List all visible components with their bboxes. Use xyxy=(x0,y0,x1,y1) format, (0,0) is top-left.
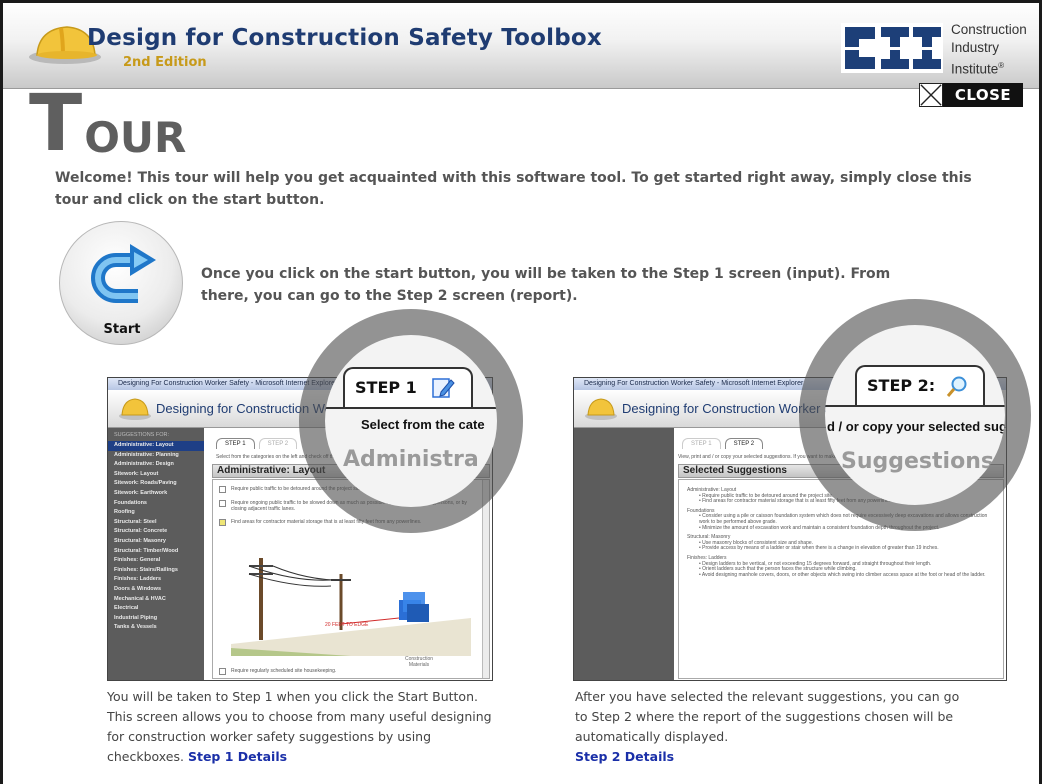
step1-magnifier-ring xyxy=(299,309,523,533)
materials-label: Construction Materials xyxy=(404,656,434,668)
tab-step1[interactable]: STEP 1 xyxy=(216,438,255,449)
sidebar-item[interactable]: Roofing xyxy=(108,508,204,518)
checkbox[interactable] xyxy=(219,519,226,526)
step2-magnifier-ring xyxy=(799,299,1031,531)
sidebar-item[interactable]: Foundations xyxy=(108,499,204,509)
app-edition: 2nd Edition xyxy=(123,55,207,70)
step2-caption-text: After you have selected the relevant sug… xyxy=(575,689,960,744)
close-label[interactable]: CLOSE xyxy=(943,83,1023,107)
checkbox-label: Require regularly scheduled site houseke… xyxy=(231,668,337,674)
step1-caption-text: You will be taken to Step 1 when you cli… xyxy=(107,689,492,764)
step2-details-link[interactable]: Step 2 Details xyxy=(575,749,674,764)
start-button[interactable]: Start xyxy=(59,221,183,345)
tab-step2[interactable]: STEP 2 xyxy=(258,438,298,449)
checkbox[interactable] xyxy=(219,500,226,507)
hard-hat-icon xyxy=(119,398,151,420)
sidebar-item[interactable]: Doors & Windows xyxy=(108,585,204,595)
sidebar-label: SUGGESTIONS FOR: xyxy=(114,432,170,438)
step1-sidebar: SUGGESTIONS FOR: Administrative: Layout A… xyxy=(108,428,204,680)
intro-text: Welcome! This tour will help you get acq… xyxy=(55,170,972,208)
suggestion-bullet: • Minimize the amount of excavation work… xyxy=(687,525,995,532)
tab-step1[interactable]: STEP 1 xyxy=(682,438,721,449)
cii-line-2: Industry xyxy=(951,40,1000,55)
suggestion-text: Provide access by means of a ladder or s… xyxy=(702,545,939,552)
scrollbar[interactable] xyxy=(482,480,489,678)
sidebar-list: Administrative: Layout Administrative: Pl… xyxy=(108,441,204,633)
step1-tabs: STEP 1 STEP 2 xyxy=(216,438,298,449)
suggestion-text: Avoid designing manhole covers, doors, o… xyxy=(701,571,986,578)
step2-tabs: STEP 1 STEP 2 xyxy=(682,438,764,449)
cii-logo-icon xyxy=(841,23,943,73)
page-title: T OUR xyxy=(29,79,187,169)
page-title-rest: OUR xyxy=(84,113,187,162)
cii-line-3-wrap: Institute® xyxy=(951,57,1027,79)
sidebar-item[interactable]: Industrial Piping xyxy=(108,614,204,624)
sidebar-item[interactable]: Administrative: Planning xyxy=(108,451,204,461)
sidebar-item[interactable]: Sitework: Earthwork xyxy=(108,489,204,499)
hard-hat-icon xyxy=(585,398,617,420)
sidebar-item[interactable]: Sitework: Roads/Paving xyxy=(108,479,204,489)
checkbox[interactable] xyxy=(219,486,226,493)
sidebar-item[interactable]: Administrative: Design xyxy=(108,460,204,470)
sidebar-item[interactable]: Finishes: General xyxy=(108,556,204,566)
tour-window: Design for Construction Safety Toolbox 2… xyxy=(0,0,1042,784)
page-title-initial: T xyxy=(29,79,83,169)
cii-name: Construction Industry Institute® xyxy=(951,21,1027,79)
cii-line-1: Construction xyxy=(951,22,1027,37)
checkbox-row[interactable]: Require regularly scheduled site houseke… xyxy=(219,668,336,675)
tab-step2[interactable]: STEP 2 xyxy=(724,438,764,449)
suggestion-bullet: • Provide access by means of a ladder or… xyxy=(687,546,995,552)
power-line-illustration-icon xyxy=(231,558,471,656)
sidebar-item[interactable]: Administrative: Layout xyxy=(108,441,204,451)
sidebar-item[interactable]: Structural: Concrete xyxy=(108,527,204,537)
step1-caption: You will be taken to Step 1 when you cli… xyxy=(107,687,507,767)
start-label[interactable]: Start xyxy=(60,322,184,337)
checkbox[interactable] xyxy=(219,668,226,675)
sidebar-item[interactable]: Electrical xyxy=(108,604,204,614)
sidebar-item[interactable]: Tanks & Vessels xyxy=(108,623,204,633)
step2-caption: After you have selected the relevant sug… xyxy=(575,687,975,767)
sidebar-item[interactable]: Mechanical & HVAC xyxy=(108,595,204,605)
sidebar-item[interactable]: Finishes: Stairs/Railings xyxy=(108,566,204,576)
app-title: Design for Construction Safety Toolbox xyxy=(87,25,602,51)
cii-registered-mark: ® xyxy=(998,61,1005,70)
sidebar-item[interactable]: Finishes: Ladders xyxy=(108,575,204,585)
cii-line-3: Institute xyxy=(951,61,999,77)
sidebar-item[interactable]: Sitework: Layout xyxy=(108,470,204,480)
sidebar-item[interactable]: Structural: Masonry xyxy=(108,537,204,547)
close-button[interactable]: CLOSE xyxy=(919,83,1023,107)
step2-sidebar xyxy=(574,428,674,680)
start-arrow-icon[interactable] xyxy=(82,238,162,318)
step1-details-link[interactable]: Step 1 Details xyxy=(188,749,287,764)
header-bar: Design for Construction Safety Toolbox 2… xyxy=(3,3,1039,89)
sidebar-item[interactable]: Structural: Steel xyxy=(108,518,204,528)
sidebar-item[interactable]: Structural: Timber/Wood xyxy=(108,547,204,557)
start-description: Once you click on the start button, you … xyxy=(201,266,891,304)
suggestion-bullet: • Avoid designing manhole covers, doors,… xyxy=(687,571,995,579)
close-icon[interactable] xyxy=(919,83,943,107)
distance-label: 20 FEET TO EDGE xyxy=(325,622,369,628)
